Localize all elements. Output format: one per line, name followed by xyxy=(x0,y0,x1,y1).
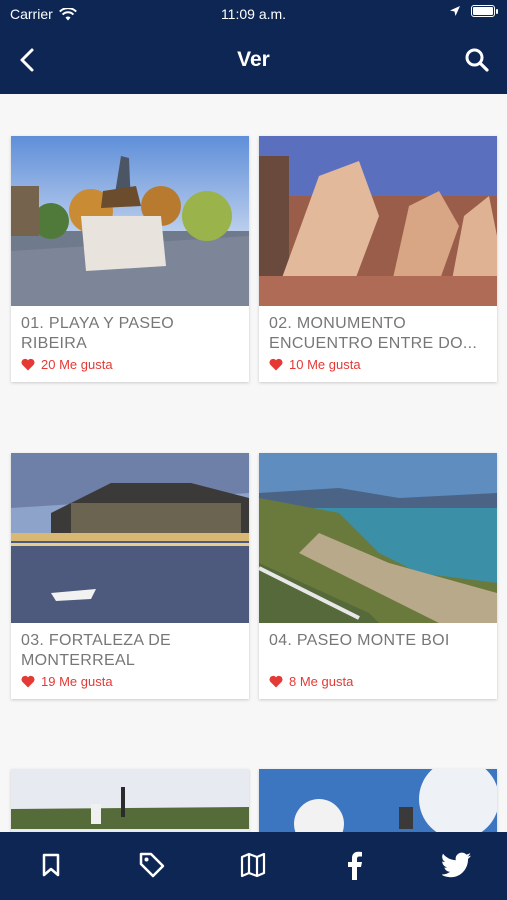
place-image xyxy=(11,453,249,623)
likes-row: 20 Me gusta xyxy=(21,357,239,372)
tab-bar xyxy=(0,832,507,900)
likes-count: 10 Me gusta xyxy=(289,357,361,372)
place-title: 01. PLAYA Y PASEO RIBEIRA xyxy=(21,314,239,354)
place-title-line: 01. PLAYA Y PASEO xyxy=(21,315,175,332)
place-image xyxy=(259,136,497,306)
place-image xyxy=(259,769,497,832)
place-card[interactable]: 02. MONUMENTO ENCUENTRO ENTRE DO... 10 M… xyxy=(259,136,497,382)
tab-facebook[interactable] xyxy=(337,848,371,882)
place-card[interactable]: 03. FORTALEZA DE MONTERREAL 19 Me gusta xyxy=(11,453,249,699)
likes-count: 19 Me gusta xyxy=(41,674,113,689)
heart-icon xyxy=(21,358,35,371)
place-card[interactable] xyxy=(11,769,249,832)
facebook-icon xyxy=(348,851,362,880)
place-card[interactable] xyxy=(259,769,497,832)
place-image xyxy=(11,769,249,832)
place-title-line: 02. MONUMENTO xyxy=(269,315,406,332)
clock: 11:09 a.m. xyxy=(220,6,287,22)
page-title: Ver xyxy=(237,48,270,71)
place-title: 03. FORTALEZA DE MONTERREAL xyxy=(21,631,239,671)
search-icon xyxy=(465,48,489,72)
place-title-line: RIBEIRA xyxy=(21,335,88,352)
status-bar: Carrier 11:09 a.m. xyxy=(0,0,507,28)
search-button[interactable] xyxy=(463,46,491,74)
heart-icon xyxy=(269,358,283,371)
place-title: 04. PASEO MONTE BOI xyxy=(269,631,487,671)
heart-icon xyxy=(21,675,35,688)
tab-map[interactable] xyxy=(236,848,270,882)
likes-row: 8 Me gusta xyxy=(269,674,487,689)
places-grid: 01. PLAYA Y PASEO RIBEIRA 20 Me gusta 02… xyxy=(0,94,507,832)
likes-count: 8 Me gusta xyxy=(289,674,354,689)
twitter-icon xyxy=(442,852,471,878)
likes-row: 10 Me gusta xyxy=(269,357,487,372)
place-title-line: ENCUENTRO ENTRE DO... xyxy=(269,335,478,352)
place-card[interactable]: 04. PASEO MONTE BOI 8 Me gusta xyxy=(259,453,497,699)
likes-row: 19 Me gusta xyxy=(21,674,239,689)
place-title-line: 04. PASEO MONTE BOI xyxy=(269,632,450,649)
tab-twitter[interactable] xyxy=(440,848,474,882)
screen: Carrier 11:09 a.m. Ver 01. PLAYA Y PASEO… xyxy=(0,0,507,900)
place-image xyxy=(11,136,249,306)
place-title-line: 03. FORTALEZA DE xyxy=(21,632,172,649)
place-title-line: MONTERREAL xyxy=(21,652,136,669)
bookmark-icon xyxy=(42,853,60,877)
place-card[interactable]: 01. PLAYA Y PASEO RIBEIRA 20 Me gusta xyxy=(11,136,249,382)
place-title: 02. MONUMENTO ENCUENTRO ENTRE DO... xyxy=(269,314,487,354)
status-right xyxy=(449,5,498,17)
battery-icon xyxy=(471,5,498,17)
tab-bookmark[interactable] xyxy=(34,848,68,882)
place-image xyxy=(259,453,497,623)
map-icon xyxy=(240,852,266,878)
tab-tags[interactable] xyxy=(135,848,169,882)
nav-bar: Ver xyxy=(0,36,507,84)
header: Carrier 11:09 a.m. Ver xyxy=(0,0,507,94)
location-arrow-icon xyxy=(450,6,460,16)
tag-icon xyxy=(139,852,165,878)
likes-count: 20 Me gusta xyxy=(41,357,113,372)
heart-icon xyxy=(269,675,283,688)
